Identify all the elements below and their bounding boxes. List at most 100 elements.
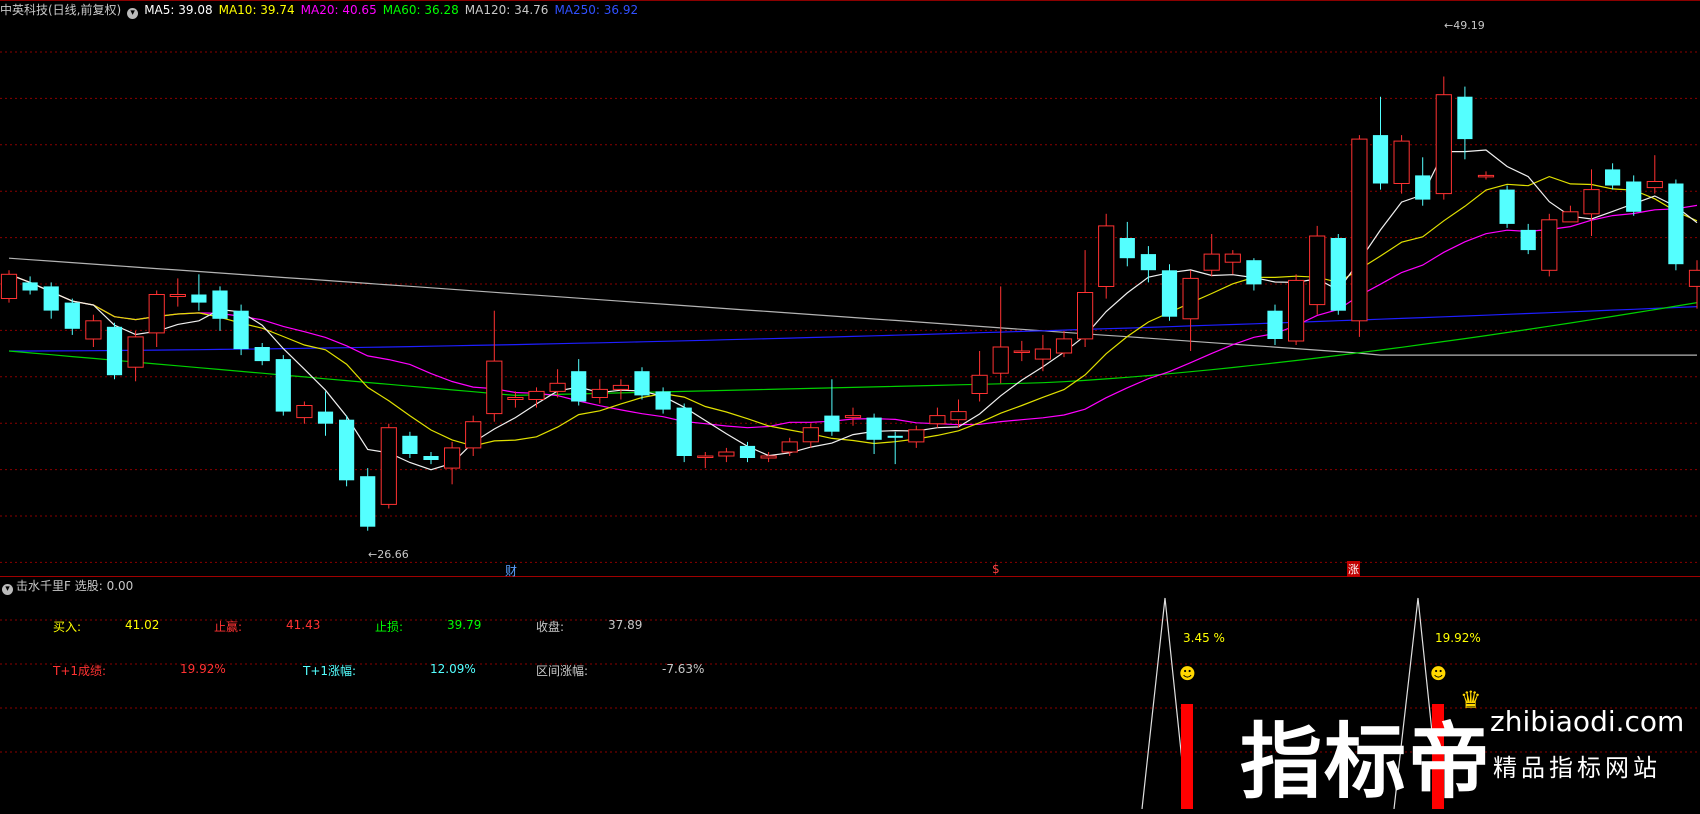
- signal-spike: [1141, 597, 1188, 809]
- dollar-marker[interactable]: $: [992, 562, 1000, 576]
- candle-body: [887, 435, 903, 438]
- candle-body: [971, 374, 988, 394]
- candle-body: [1309, 235, 1326, 306]
- buy-value: 41.02: [125, 618, 160, 632]
- indicator-settings-icon[interactable]: ▾: [2, 584, 13, 595]
- candle-body: [1288, 279, 1305, 342]
- candle-body: [992, 346, 1009, 374]
- candle-body: [824, 415, 840, 432]
- candle-body: [634, 371, 650, 396]
- indicator-select-value: 选股: 0.00: [74, 579, 134, 593]
- buy-label: 买入:: [53, 620, 82, 634]
- candle-body: [1161, 270, 1178, 317]
- limit-up-marker[interactable]: 涨: [1347, 561, 1360, 577]
- candle-body: [1583, 189, 1600, 215]
- candle-body: [1605, 169, 1621, 186]
- candle-body: [275, 359, 291, 412]
- high-price-label: ←49.19: [1444, 19, 1485, 32]
- candle-body: [1351, 138, 1368, 322]
- candle-body: [444, 447, 461, 469]
- candle-body: [908, 429, 925, 443]
- smiley-icon: ☻: [1430, 664, 1447, 683]
- candle-body: [169, 294, 186, 297]
- stop-loss-label: 止损:: [375, 620, 404, 634]
- take-profit-label: 止赢:: [214, 620, 243, 634]
- candle-body: [655, 391, 671, 410]
- candle-body: [1688, 269, 1700, 287]
- candle-body: [612, 384, 629, 390]
- indicator-legend: ▾ 击水千里F 选股: 0.00: [0, 578, 134, 595]
- candle-body: [950, 411, 967, 421]
- candle-body: [1435, 94, 1452, 195]
- candle-body: [1520, 229, 1536, 251]
- candle-body: [1626, 181, 1642, 212]
- watermark-url: zhibiaodi.com: [1490, 705, 1685, 738]
- candle-body: [929, 415, 946, 425]
- earnings-marker[interactable]: 财: [505, 562, 517, 579]
- candle-body: [22, 282, 38, 291]
- range-change-label: 区间涨幅:: [536, 664, 589, 678]
- candle-body: [233, 310, 249, 350]
- candle-body: [1267, 310, 1283, 339]
- candle-body: [1415, 175, 1431, 200]
- candle-body: [191, 294, 207, 303]
- candle-body: [1119, 238, 1135, 259]
- candle-body: [549, 382, 566, 392]
- candle-body: [1330, 238, 1346, 311]
- candle-body: [106, 326, 123, 376]
- candle-body: [380, 427, 397, 505]
- candle-body: [781, 441, 798, 453]
- candle-body: [802, 427, 819, 443]
- candle-body: [760, 455, 777, 459]
- candle-body: [1182, 277, 1199, 320]
- take-profit-value: 41.43: [286, 618, 321, 632]
- candle-body: [1140, 254, 1156, 271]
- close-value: 37.89: [608, 618, 643, 632]
- indicator-name: 击水千里F: [16, 579, 71, 593]
- candle-body: [1077, 292, 1094, 340]
- candle-body: [465, 421, 482, 449]
- ma120-line: [8, 257, 1697, 356]
- watermark-brand: 指标帝: [1240, 715, 1493, 810]
- ma10-line: [8, 175, 1698, 447]
- candlestick-chart[interactable]: [0, 0, 1700, 809]
- candle-body: [339, 419, 355, 481]
- candle-body: [486, 360, 503, 415]
- candle-body: [1224, 253, 1241, 263]
- candle-body: [1541, 219, 1558, 271]
- candle-body: [317, 411, 334, 424]
- candle-body: [1499, 189, 1515, 224]
- candle-body: [1055, 338, 1073, 354]
- smiley-icon: ☻: [1179, 664, 1196, 683]
- candle-body: [1098, 225, 1115, 287]
- candle-body: [676, 407, 692, 456]
- candle-body: [866, 417, 882, 440]
- candle-body: [591, 388, 608, 398]
- candle-body: [402, 435, 418, 454]
- candle-body: [739, 445, 756, 458]
- candle-body: [1203, 253, 1220, 271]
- candle-body: [148, 294, 165, 334]
- candle-body: [1477, 174, 1495, 178]
- signal-2-percent: 19.92%: [1435, 631, 1481, 645]
- candle-body: [296, 405, 313, 419]
- signal-bar: [1181, 704, 1193, 809]
- candle-body: [718, 451, 735, 457]
- candle-body: [85, 320, 102, 340]
- low-price-label: ←26.66: [368, 548, 409, 561]
- t1-change-value: 12.09%: [430, 662, 476, 676]
- t1-change-label: T+1涨幅:: [303, 664, 357, 678]
- crown-icon: ♛: [1460, 686, 1482, 714]
- candle-body: [1372, 135, 1389, 184]
- candle-body: [528, 390, 545, 400]
- candle-body: [571, 371, 587, 402]
- candle-body: [507, 397, 524, 400]
- candle-body: [844, 415, 862, 419]
- candle-body: [212, 290, 228, 319]
- range-change-value: -7.63%: [662, 662, 705, 676]
- candle-body: [64, 302, 80, 329]
- candle-body: [254, 347, 270, 362]
- candle-body: [1668, 183, 1684, 265]
- candle-body: [1393, 140, 1410, 185]
- candle-body: [1246, 260, 1262, 285]
